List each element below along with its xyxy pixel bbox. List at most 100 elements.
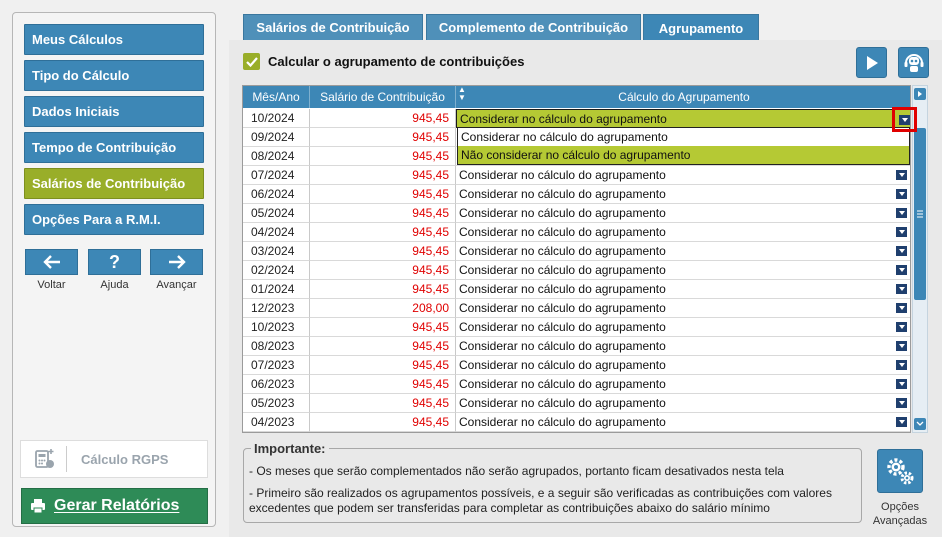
chevron-down-icon[interactable] — [896, 227, 907, 237]
table-row[interactable]: 01/2024 945,45 Considerar no cálculo do ag… — [243, 280, 910, 299]
chevron-down-icon[interactable] — [896, 360, 907, 370]
question-icon: ? — [109, 251, 120, 272]
agrupamento-select[interactable]: Considerar no cálculo do agrupamento — [456, 185, 910, 204]
agrupamento-select-value: Considerar no cálculo do agrupamento — [459, 168, 666, 182]
table-row[interactable]: 12/2023 208,00 Considerar no cálculo do ag… — [243, 299, 910, 318]
table-row[interactable]: 07/2024 945,45 Considerar no cálculo do ag… — [243, 166, 910, 185]
nav-dados-iniciais[interactable]: Dados Iniciais — [24, 96, 204, 127]
agrupamento-select-value: Considerar no cálculo do agrupamento — [459, 396, 666, 410]
table-row[interactable]: 10/2024 945,45 Considerar no cálculo do ag… — [243, 109, 910, 128]
calcular-agrupamento-checkbox[interactable] — [243, 53, 260, 70]
important-title: Importante: — [251, 441, 329, 456]
agrupamento-select[interactable]: Considerar no cálculo do agrupamento — [456, 204, 910, 223]
cell-salario: 945,45 — [310, 109, 456, 128]
chevron-down-icon[interactable] — [896, 398, 907, 408]
agrupamento-select[interactable]: Considerar no cálculo do agrupamento — [456, 318, 910, 337]
agrupamento-select[interactable]: Considerar no cálculo do agrupamento — [456, 166, 910, 185]
agrupamento-dropdown-list[interactable]: Considerar no cálculo do agrupamento Não… — [457, 127, 910, 165]
table-row[interactable]: 02/2024 945,45 Considerar no cálculo do ag… — [243, 261, 910, 280]
cell-salario: 945,45 — [310, 356, 456, 375]
table-row[interactable]: 06/2024 945,45 Considerar no cálculo do ag… — [243, 185, 910, 204]
back-button[interactable] — [25, 249, 78, 275]
assistant-button[interactable] — [898, 47, 929, 78]
nav-tempo-de-contribuicao[interactable]: Tempo de Contribuição — [24, 132, 204, 163]
agrupamento-select-value: Considerar no cálculo do agrupamento — [459, 244, 666, 258]
calcular-agrupamento-checkbox-row[interactable]: Calcular o agrupamento de contribuições — [243, 53, 524, 70]
important-note-2: - Primeiro são realizados os agrupamento… — [249, 486, 832, 515]
chevron-down-icon[interactable] — [896, 284, 907, 294]
agrupamento-select[interactable]: Considerar no cálculo do agrupamento — [456, 109, 910, 128]
table-row[interactable]: 08/2023 945,45 Considerar no cálculo do ag… — [243, 337, 910, 356]
tab-agrupamento[interactable]: Agrupamento — [643, 14, 759, 41]
table-row[interactable]: 03/2024 945,45 Considerar no cálculo do ag… — [243, 242, 910, 261]
chevron-down-icon[interactable] — [896, 417, 907, 427]
column-header-salario[interactable]: Salário de Contribuição — [310, 86, 456, 108]
help-button[interactable]: ? — [88, 249, 141, 275]
highlighted-dropdown-arrow[interactable] — [892, 107, 917, 132]
chevron-down-icon[interactable] — [896, 208, 907, 218]
cell-salario: 945,45 — [310, 223, 456, 242]
cell-salario: 945,45 — [310, 242, 456, 261]
chevron-down-icon[interactable] — [896, 246, 907, 256]
cell-salario: 945,45 — [310, 147, 456, 166]
chevron-down-icon[interactable] — [896, 341, 907, 351]
chevron-down-icon[interactable] — [896, 265, 907, 275]
grid-vertical-scrollbar[interactable] — [912, 85, 928, 433]
table-row[interactable]: 04/2023 945,45 Considerar no cálculo do ag… — [243, 413, 910, 432]
agrupamento-select[interactable]: Considerar no cálculo do agrupamento — [456, 375, 910, 394]
agrupamento-select[interactable]: Considerar no cálculo do agrupamento — [456, 280, 910, 299]
nav-salarios-de-contribuicao[interactable]: Salários de Contribuição — [24, 168, 204, 199]
agrupamento-select-value: Considerar no cálculo do agrupamento — [459, 263, 666, 277]
chevron-down-icon[interactable] — [896, 379, 907, 389]
chevron-down-icon[interactable] — [896, 189, 907, 199]
scroll-down-button[interactable] — [914, 418, 926, 430]
nav-meus-calculos[interactable]: Meus Cálculos — [24, 24, 204, 55]
agrupamento-select[interactable]: Considerar no cálculo do agrupamento — [456, 261, 910, 280]
cell-mes-ano: 09/2024 — [243, 128, 310, 147]
cell-salario: 945,45 — [310, 337, 456, 356]
execute-button[interactable] — [856, 47, 887, 78]
advanced-options-label-line1: Opções — [881, 501, 919, 513]
check-icon — [245, 56, 258, 67]
cell-mes-ano: 06/2024 — [243, 185, 310, 204]
forward-label: Avançar — [156, 279, 197, 291]
cell-salario: 945,45 — [310, 375, 456, 394]
calculo-rgps-button[interactable]: Cálculo RGPS — [20, 440, 208, 478]
nav-opcoes-rmi[interactable]: Opções Para a R.M.I. — [24, 204, 204, 235]
agrupamento-select-value: Considerar no cálculo do agrupamento — [459, 225, 666, 239]
cell-mes-ano: 04/2024 — [243, 223, 310, 242]
printer-icon — [22, 498, 54, 514]
nav-tipo-do-calculo[interactable]: Tipo do Cálculo — [24, 60, 204, 91]
cell-salario: 945,45 — [310, 185, 456, 204]
agrupamento-select[interactable]: Considerar no cálculo do agrupamento — [456, 223, 910, 242]
table-row[interactable]: 05/2023 945,45 Considerar no cálculo do ag… — [243, 394, 910, 413]
table-row[interactable]: 07/2023 945,45 Considerar no cálculo do ag… — [243, 356, 910, 375]
dropdown-option-nao-considerar[interactable]: Não considerar no cálculo do agrupamento — [458, 146, 909, 164]
gerar-relatorios-button[interactable]: Gerar Relatórios — [21, 488, 208, 524]
chevron-down-icon[interactable] — [896, 322, 907, 332]
play-icon — [866, 55, 878, 70]
chevron-down-icon[interactable] — [896, 170, 907, 180]
tab-complemento-de-contribuicao[interactable]: Complemento de Contribuição — [426, 14, 641, 40]
agrupamento-select[interactable]: Considerar no cálculo do agrupamento — [456, 394, 910, 413]
advanced-options-button[interactable] — [877, 449, 923, 493]
agrupamento-select[interactable]: Considerar no cálculo do agrupamento — [456, 337, 910, 356]
scroll-up-button[interactable] — [914, 88, 926, 100]
scrollbar-thumb[interactable] — [914, 128, 926, 300]
column-header-mes-ano[interactable]: Mês/Ano — [243, 86, 310, 108]
dropdown-option-considerar[interactable]: Considerar no cálculo do agrupamento — [458, 128, 909, 146]
table-row[interactable]: 04/2024 945,45 Considerar no cálculo do ag… — [243, 223, 910, 242]
chevron-down-icon[interactable] — [896, 303, 907, 313]
tab-salarios-de-contribuicao[interactable]: Salários de Contribuição — [243, 14, 423, 40]
agrupamento-select[interactable]: Considerar no cálculo do agrupamento — [456, 242, 910, 261]
agrupamento-select[interactable]: Considerar no cálculo do agrupamento — [456, 356, 910, 375]
agrupamento-select-value: Considerar no cálculo do agrupamento — [459, 206, 666, 220]
column-header-calculo-agrupamento[interactable]: ▲ ▼ Cálculo do Agrupamento — [456, 86, 910, 108]
table-row[interactable]: 06/2023 945,45 Considerar no cálculo do ag… — [243, 375, 910, 394]
table-row[interactable]: 05/2024 945,45 Considerar no cálculo do ag… — [243, 204, 910, 223]
forward-button[interactable] — [150, 249, 203, 275]
table-row[interactable]: 10/2023 945,45 Considerar no cálculo do ag… — [243, 318, 910, 337]
agrupamento-select[interactable]: Considerar no cálculo do agrupamento — [456, 413, 910, 432]
agrupamento-select-value: Considerar no cálculo do agrupamento — [459, 282, 666, 296]
agrupamento-select[interactable]: Considerar no cálculo do agrupamento — [456, 299, 910, 318]
